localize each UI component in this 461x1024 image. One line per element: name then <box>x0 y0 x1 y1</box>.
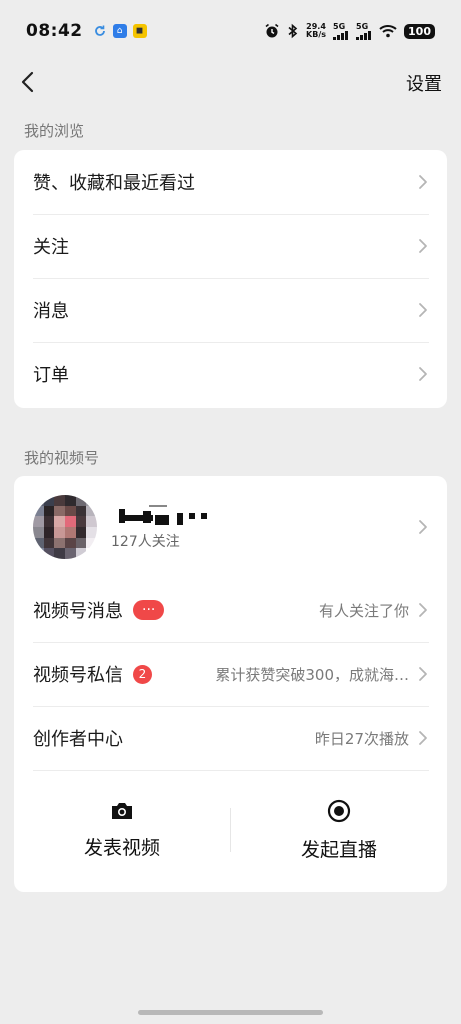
profile-info: 127人关注 <box>111 503 207 551</box>
creator-center[interactable]: 创作者中心 昨日27次播放 <box>14 706 447 770</box>
unread-count-badge: 2 <box>133 664 152 684</box>
signal-2: 5G <box>356 22 372 40</box>
row-value: 有人关注了你 <box>318 601 409 620</box>
home-app-icon: ⌂ <box>112 24 127 38</box>
chevron-right-icon <box>419 520 427 534</box>
live-record-icon <box>327 799 351 822</box>
channel-profile[interactable]: 127人关注 <box>14 476 447 578</box>
row-label: 创作者中心 <box>33 729 123 750</box>
status-time: 08:42 <box>26 21 83 41</box>
channel-messages[interactable]: 视频号消息 ··· 有人关注了你 <box>14 578 447 642</box>
post-video-button[interactable]: 发表视频 <box>14 770 230 888</box>
speed-unit: KB/s <box>306 30 327 39</box>
chevron-right-icon <box>419 239 427 253</box>
row-value: 累计获赞突破300，成就海… <box>215 665 409 684</box>
sync-icon <box>94 25 105 36</box>
signal-bars-icon <box>333 31 349 40</box>
row-label: 视频号私信 <box>33 665 123 686</box>
signal-1: 5G <box>333 22 349 40</box>
signal-bars-icon <box>356 31 372 40</box>
start-live-label: 发起直播 <box>300 838 377 861</box>
status-right: 29.4 KB/s 5G 5G 100 <box>264 22 435 40</box>
channel-private-messages[interactable]: 视频号私信 2 累计获赞突破300，成就海… <box>14 642 447 706</box>
row-label: 赞、收藏和最近看过 <box>33 173 195 194</box>
browse-item-likes-favorites-history[interactable]: 赞、收藏和最近看过 <box>14 150 447 214</box>
row-right: 累计获赞突破300，成就海… <box>170 664 429 685</box>
bluetooth-icon <box>288 23 298 39</box>
row-right: 有人关注了你 <box>319 600 429 621</box>
row-right: 昨日27次播放 <box>315 728 429 749</box>
chevron-right-icon <box>419 303 427 317</box>
battery-indicator: 100 <box>404 23 435 39</box>
row-label: 关注 <box>33 237 69 258</box>
network-type-1: 5G <box>333 22 346 31</box>
unread-dots-badge: ··· <box>133 600 165 620</box>
channel-actions: 发表视频 发起直播 <box>14 770 447 888</box>
nav-bar: 设置 <box>0 62 461 104</box>
camera-icon <box>112 802 132 819</box>
browse-item-following[interactable]: 关注 <box>14 214 447 278</box>
settings-link[interactable]: 设置 <box>406 70 442 96</box>
alarm-icon <box>265 23 279 38</box>
post-video-label: 发表视频 <box>83 836 160 859</box>
status-bar: 08:42 ⌂ ◼ 29.4 KB/s 5G 5G 100 <box>0 0 461 62</box>
app-notification-icon: ◼ <box>132 24 147 38</box>
channels-section-title: 我的视频号 <box>24 449 100 467</box>
row-label: 订单 <box>33 365 69 386</box>
browse-item-orders[interactable]: 订单 <box>14 342 447 406</box>
row-value: 昨日27次播放 <box>314 729 409 748</box>
network-speed: 29.4 KB/s <box>306 23 326 39</box>
chevron-right-icon <box>419 175 427 189</box>
back-button[interactable] <box>12 67 42 97</box>
profile-name-redacted <box>111 503 207 525</box>
browse-card: 赞、收藏和最近看过 关注 消息 订单 <box>14 150 447 408</box>
chevron-right-icon <box>419 603 427 617</box>
row-label: 视频号消息 <box>33 601 123 622</box>
row-label: 消息 <box>33 301 69 322</box>
browse-section-title: 我的浏览 <box>24 122 85 140</box>
network-type-2: 5G <box>356 22 369 31</box>
chevron-left-icon <box>21 71 34 93</box>
avatar <box>33 495 97 559</box>
chevron-right-icon <box>419 367 427 381</box>
start-live-button[interactable]: 发起直播 <box>231 770 447 888</box>
home-indicator[interactable] <box>138 1010 323 1015</box>
status-left-icons: ⌂ ◼ <box>93 24 147 38</box>
chevron-right-icon <box>419 731 427 745</box>
follower-count: 127人关注 <box>111 534 180 550</box>
wifi-icon <box>379 25 397 38</box>
chevron-right-icon <box>419 667 427 681</box>
channels-card: 127人关注 视频号消息 ··· 有人关注了你 视频号私信 2 累计获赞突破30… <box>14 476 447 892</box>
browse-item-messages[interactable]: 消息 <box>14 278 447 342</box>
